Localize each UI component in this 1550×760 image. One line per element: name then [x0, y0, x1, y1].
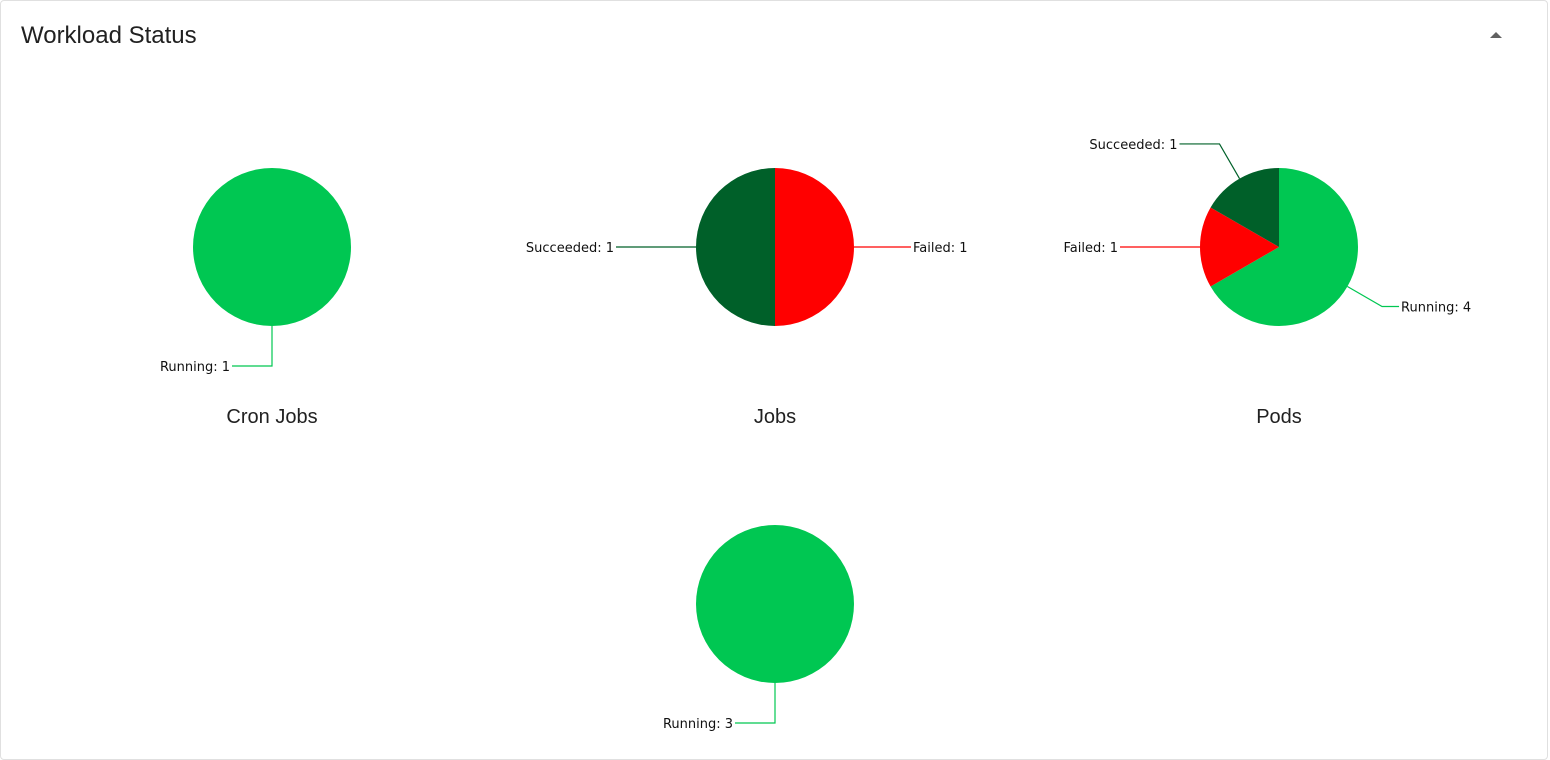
pie-slice-running[interactable]	[193, 168, 351, 326]
slice-label-running: Running: 4	[1401, 301, 1471, 316]
pie-slice-failed[interactable]	[775, 168, 854, 326]
leader-line-running	[1347, 285, 1400, 308]
charts-area: Running: 1 Cron Jobs Failed: 1 Succeeded: 1…	[160, 138, 1471, 732]
leader-line-succeeded	[1179, 143, 1241, 179]
pie-slice-succeeded[interactable]	[696, 168, 775, 326]
pie-chart-chart-4: Running: 3	[663, 525, 854, 732]
workload-status-card: Workload Status Running: 1 Cron Jobs Faile…	[0, 0, 1548, 760]
slice-label-succeeded: Succeeded: 1	[526, 241, 614, 256]
slice-label-failed: Failed: 1	[913, 241, 968, 256]
chart-title-jobs: Jobs	[754, 406, 796, 428]
slice-label-running: Running: 1	[160, 360, 230, 375]
pie-slice-running[interactable]	[696, 525, 854, 683]
chart-title-cron-jobs: Cron Jobs	[226, 406, 317, 428]
slice-label-failed: Failed: 1	[1063, 241, 1118, 256]
slice-label-succeeded: Succeeded: 1	[1089, 138, 1177, 153]
pie-chart-pods: Running: 4 Failed: 1 Succeeded: 1 Pods	[1063, 138, 1471, 428]
chart-title-pods: Pods	[1256, 406, 1302, 428]
leader-line-running	[735, 683, 776, 724]
pie-chart-jobs: Failed: 1 Succeeded: 1 Jobs	[526, 168, 968, 428]
pie-chart-cron-jobs: Running: 1 Cron Jobs	[160, 168, 351, 428]
leader-line-running	[232, 326, 273, 367]
slice-label-running: Running: 3	[663, 717, 733, 732]
